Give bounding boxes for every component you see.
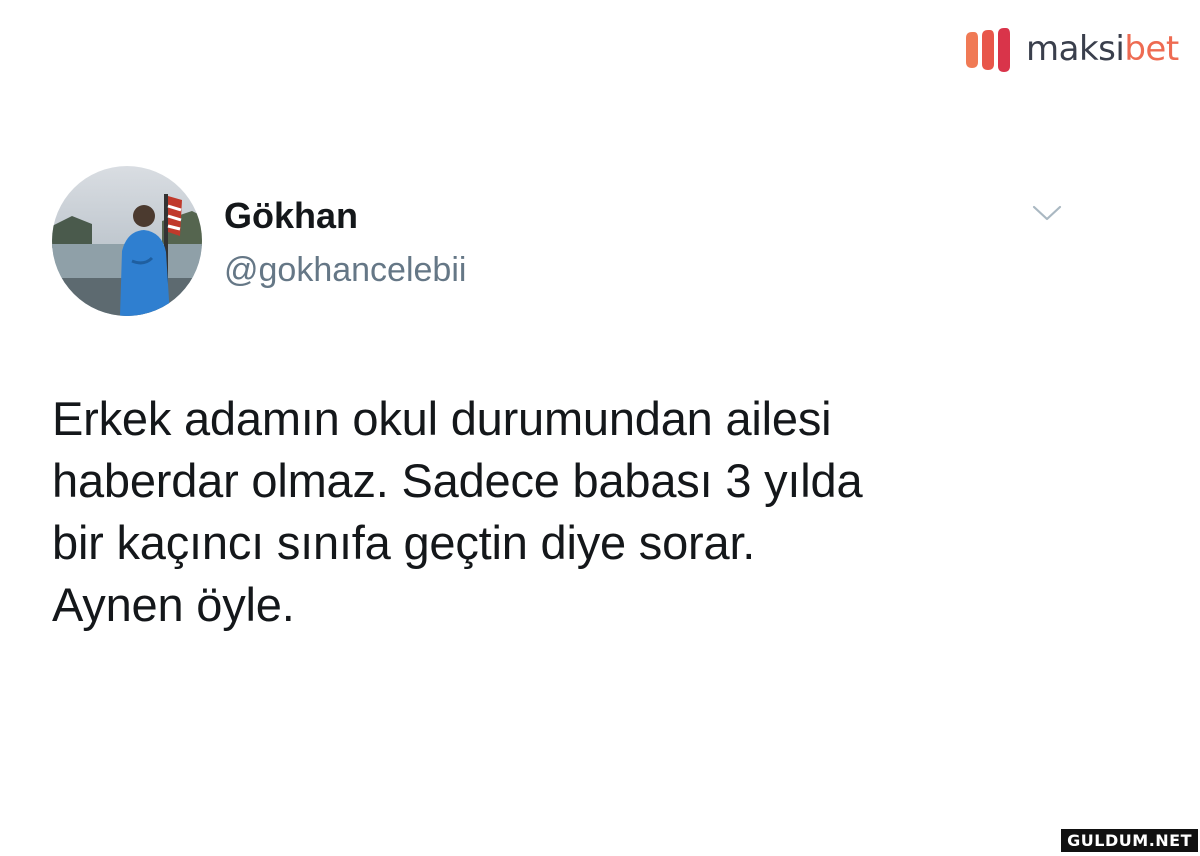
tweet-text: Erkek adamın okul durumundan ailesi habe… bbox=[52, 392, 863, 631]
chevron-down-icon[interactable] bbox=[1032, 204, 1062, 222]
display-name[interactable]: Gökhan bbox=[224, 194, 466, 237]
brand-wordmark: maksibet bbox=[1026, 32, 1179, 66]
maksibet-logo: maksibet bbox=[962, 28, 1179, 72]
brand-name-part2: bet bbox=[1124, 28, 1179, 69]
maksibet-m-logo-icon bbox=[966, 28, 1010, 72]
avatar[interactable] bbox=[52, 166, 202, 316]
watermark: GULDUM.NET bbox=[1061, 829, 1198, 852]
brand-name-part1: maksi bbox=[1026, 28, 1125, 69]
user-info: Gökhan @gokhancelebii bbox=[224, 194, 466, 291]
user-handle[interactable]: @gokhancelebii bbox=[224, 250, 466, 291]
